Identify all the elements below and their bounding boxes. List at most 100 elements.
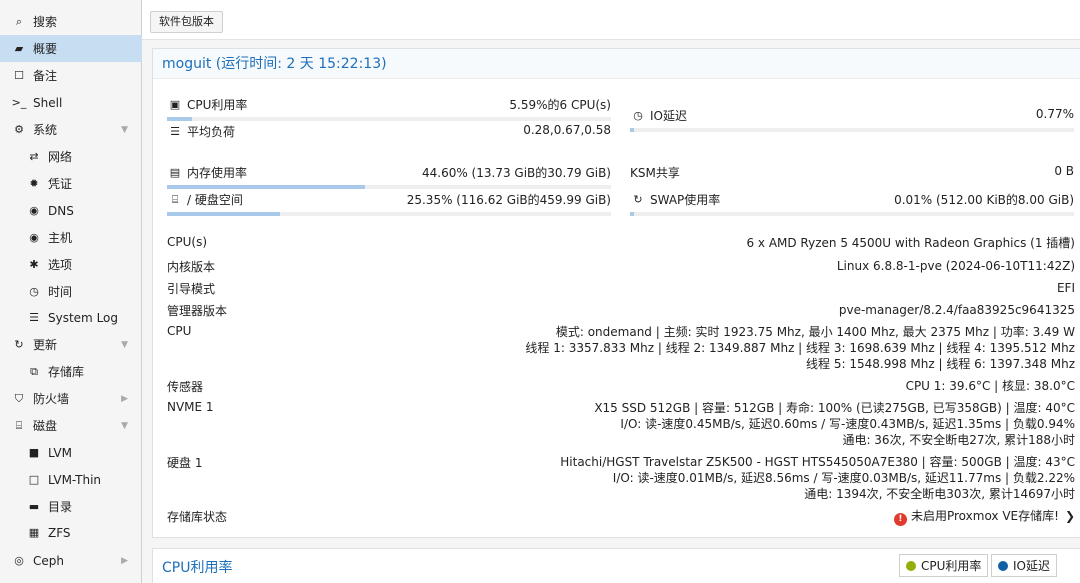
cpu-usage-label: CPU利用率	[187, 98, 248, 112]
legend-cpu-usage[interactable]: CPU利用率	[899, 554, 989, 577]
memory-usage-value: 44.60% (13.73 GiB的30.79 GiB)	[421, 166, 611, 180]
info-key: 管理器版本	[167, 304, 228, 318]
cpu-usage-bar	[167, 117, 611, 121]
memory-usage-label: 内存使用率	[187, 166, 248, 180]
sidebar-item-14[interactable]: ⛉ 防火墙 ▶	[0, 385, 142, 412]
sidebar-item-3[interactable]: >_ Shell	[0, 89, 142, 116]
info-value-line: 通电: 1394次, 不安全断电303次, 累计14697小时	[804, 487, 1075, 501]
info-key: NVME 1	[167, 400, 214, 414]
info-key: CPU(s)	[167, 235, 208, 249]
info-value-line: X15 SSD 512GB | 容量: 512GB | 寿命: 100% (已读…	[594, 401, 1075, 415]
package-versions-button[interactable]: 软件包版本	[150, 11, 223, 33]
sidebar-item-label: 备注	[33, 69, 58, 83]
info-value: EFI	[1057, 280, 1075, 296]
cpu-chart-panel: CPU利用率 CPU利用率 IO延迟	[152, 548, 1080, 583]
folder-icon: ▬	[28, 500, 40, 513]
sidebar-item-0[interactable]: ⌕ 搜索	[0, 8, 142, 35]
sidebar-item-label: 存储库	[48, 365, 85, 379]
info-value-line: CPU 1: 39.6°C | 核显: 38.0°C	[905, 379, 1075, 393]
chevron-right-icon[interactable]: ▶	[121, 556, 128, 566]
sidebar-item-9[interactable]: ✱ 选项	[0, 251, 142, 278]
search-icon: ⌕	[15, 14, 23, 28]
sidebar-item-6[interactable]: ✹ 凭证	[0, 170, 142, 197]
memory-usage-bar	[167, 185, 611, 189]
cpu-usage-bar-fill	[167, 117, 192, 121]
globe-icon: ◉	[29, 204, 39, 217]
info-value-line: Linux 6.8.8-1-pve (2024-06-10T11:42Z)	[836, 259, 1075, 273]
info-value: Linux 6.8.8-1-pve (2024-06-10T11:42Z)	[837, 258, 1075, 274]
sidebar-item-17[interactable]: □ LVM-Thin	[0, 466, 142, 493]
sidebar-item-5[interactable]: ⇄ 网络	[0, 143, 142, 170]
info-value: X15 SSD 512GB | 容量: 512GB | 寿命: 100% (已读…	[594, 400, 1075, 448]
sidebar-item-2[interactable]: ☐ 备注	[0, 62, 142, 89]
sidebar-item-label: DNS	[48, 203, 74, 218]
list-icon: ☰	[29, 311, 39, 324]
sidebar-item-16[interactable]: ■ LVM	[0, 439, 142, 466]
copy-icon: ⧉	[30, 364, 38, 378]
legend-io-delay[interactable]: IO延迟	[991, 554, 1057, 577]
sidebar-item-20[interactable]: ◎ Ceph ▶	[0, 547, 142, 574]
globe-icon: ◉	[29, 231, 39, 244]
repository-status-text: 未启用Proxmox VE存储库!	[910, 509, 1059, 523]
sidebar-item-15[interactable]: ⌸ 磁盘 ▼	[0, 412, 142, 439]
ksm-sharing-stat: KSM共享 0 B	[630, 164, 1074, 188]
info-value: 模式: ondemand | 主频: 实时 1923.75 Mhz, 最小 14…	[525, 324, 1075, 372]
info-value-line: EFI	[1056, 281, 1075, 295]
load-average-label: 平均负荷	[187, 125, 236, 139]
sidebar-item-7[interactable]: ◉ DNS	[0, 197, 142, 224]
chevron-down-icon[interactable]: ▼	[121, 340, 128, 350]
disk-space-value: 25.35% (116.62 GiB的459.99 GiB)	[406, 193, 611, 207]
sidebar-item-4[interactable]: ⚙ 系统 ▼	[0, 116, 142, 143]
ceph-icon: ◎	[14, 554, 24, 567]
sidebar-item-label: System Log	[48, 310, 118, 325]
summary-panel: moguit (运行时间: 2 天 15:22:13) ▣ CPU利用率 5.59…	[152, 48, 1080, 538]
info-value-line: pve-manager/8.2.4/faa83925c9641325	[838, 303, 1075, 317]
chevron-down-icon[interactable]: ▼	[121, 421, 128, 431]
swap-usage-label: SWAP使用率	[650, 193, 721, 207]
sidebar-item-label: 目录	[48, 500, 73, 514]
io-delay-stat: ◷ IO延迟 0.77%	[630, 107, 1074, 132]
th-large-icon: ▦	[28, 526, 40, 539]
sidebar-item-label: LVM	[48, 445, 72, 460]
hdd-icon: ⌸	[171, 192, 179, 206]
chevron-right-icon[interactable]: ❯	[1065, 509, 1075, 523]
disk-space-bar	[167, 212, 611, 216]
chevron-down-icon[interactable]: ▼	[121, 125, 128, 135]
square-outline-icon: □	[28, 473, 40, 486]
sidebar-item-1[interactable]: ▰ 概要	[0, 35, 142, 62]
sidebar-item-13[interactable]: ⧉ 存储库	[0, 358, 142, 385]
memory-usage-bar-fill	[167, 185, 366, 189]
info-value-line: Hitachi/HGST Travelstar Z5K500 - HGST HT…	[560, 455, 1075, 469]
info-key: 引导模式	[167, 282, 216, 296]
chevron-right-icon[interactable]: ▶	[121, 394, 128, 404]
legend-dot	[998, 560, 1008, 571]
book-icon: ▰	[14, 42, 24, 55]
io-delay-label: IO延迟	[650, 109, 687, 123]
sidebar-item-19[interactable]: ▦ ZFS	[0, 519, 142, 546]
sidebar-item-11[interactable]: ☰ System Log	[0, 304, 142, 331]
sidebar-item-label: LVM-Thin	[48, 472, 102, 487]
cogs-icon: ⚙	[14, 123, 24, 136]
main-content: 软件包版本 moguit (运行时间: 2 天 15:22:13) ▣ CPU利用…	[142, 0, 1080, 583]
info-value-line: 线程 1: 3357.833 Mhz | 线程 2: 1349.887 Mhz …	[525, 341, 1075, 355]
info-key: CPU	[167, 324, 192, 338]
note-icon: ☐	[14, 69, 24, 82]
tasks-icon: ☰	[170, 125, 180, 138]
load-average-value: 0.28,0.67,0.58	[523, 123, 611, 137]
sidebar-item-label: 主机	[48, 231, 73, 245]
sidebar-item-10[interactable]: ◷ 时间	[0, 278, 142, 305]
info-value-line: 6 x AMD Ryzen 5 4500U with Radeon Graphi…	[746, 236, 1075, 250]
sidebar-item-label: 时间	[48, 285, 73, 299]
sidebar-item-label: 网络	[48, 150, 73, 164]
ksm-sharing-label: KSM共享	[630, 166, 680, 180]
swap-usage-value: 0.01% (512.00 KiB的8.00 GiB)	[894, 193, 1074, 207]
info-value: pve-manager/8.2.4/faa83925c9641325	[839, 302, 1075, 318]
swap-usage-bar-fill	[630, 212, 634, 216]
sidebar-item-8[interactable]: ◉ 主机	[0, 224, 142, 251]
cpu-usage-stat: ▣ CPU利用率 5.59%的6 CPU(s)	[167, 96, 611, 121]
info-key: 存储库状态	[167, 510, 228, 524]
sidebar-item-12[interactable]: ↻ 更新 ▼	[0, 331, 142, 358]
clock-icon: ◷	[29, 285, 39, 298]
sidebar-item-18[interactable]: ▬ 目录	[0, 493, 142, 520]
ksm-sharing-value: 0 B	[1054, 164, 1074, 178]
